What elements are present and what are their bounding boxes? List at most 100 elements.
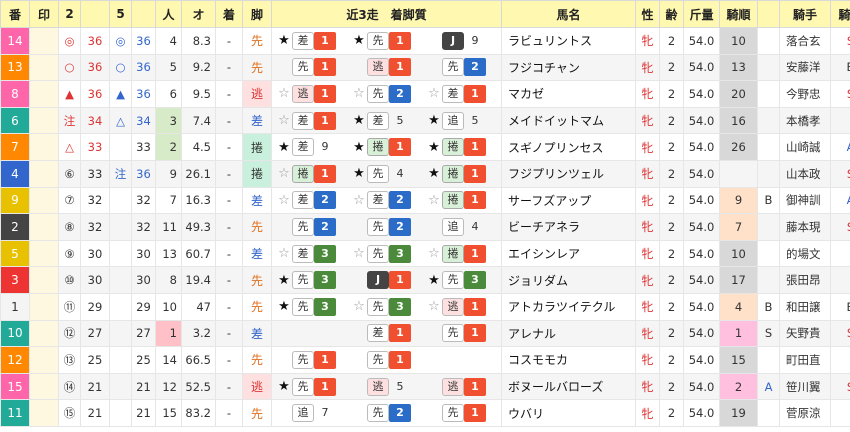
horse-name[interactable]: スギノプリンセス	[501, 133, 636, 161]
run-star: ★	[353, 166, 365, 182]
recent-3-runs: ☆ 捲 1 ★ 先 4 ★ 捲 1	[271, 159, 502, 188]
run-style-badge: 先	[292, 350, 314, 369]
run-star: ☆	[278, 86, 290, 102]
stable-grade: A	[830, 186, 850, 215]
mark5	[109, 266, 132, 294]
popularity: 8	[155, 266, 182, 294]
table-row[interactable]: 8▲36▲3669.5-逃☆逃1☆先2☆差1マカゼ牝254.020今野忠S	[0, 80, 850, 108]
table-row[interactable]: 1 ⑪ 29 29 10 47- 先 ★ 先 3 ☆ 先 3 ☆ 逃 1 アトカラツイテクル牝 2 54.0 4 B 和田…	[0, 292, 850, 321]
odds: 60.7	[181, 239, 216, 268]
horse-name[interactable]: ビーチアネラ	[501, 213, 636, 241]
jockey-grade	[757, 399, 780, 427]
run-finish: 1	[464, 84, 486, 103]
value5: 25	[131, 346, 156, 374]
sex: 牝	[635, 27, 660, 55]
recent-run: ★ 追 5	[426, 111, 501, 131]
table-row[interactable]: 6 注 34 △ 34 3 7.4- 差 ☆ 差 1 ★ 差 5 ★ 追 5 メイドイットマム牝 2 54.0 16 本橋…	[0, 106, 850, 135]
recent-3-runs: ★ 先 3 J 1 ★ 先 3	[271, 266, 502, 294]
table-row[interactable]: 3 ⑩ 30 30 8 19.4- 先 ★ 先 3 J 1 ★ 先 3 ジョリダム牝 2 54.0 17 張田昂	[0, 266, 850, 294]
table-row[interactable]: 14 ◎ 36 ◎ 36 4 8.3- 先 ★ 差 1 ★ 先 1 J 9 ラビュリントス牝 2 54.0 10 落合玄…	[0, 27, 850, 55]
column-header[interactable]: 印	[29, 0, 59, 28]
recent-3-runs: 追7先2先1	[271, 399, 502, 427]
column-header[interactable]: 着	[215, 0, 243, 28]
stable-grade: S	[830, 319, 850, 348]
value2: 27	[80, 319, 110, 348]
weight: 54.0	[683, 266, 720, 294]
popularity: 2	[155, 133, 182, 161]
mark-cell	[29, 239, 59, 268]
jockey-rank: 19	[719, 399, 758, 427]
column-header[interactable]: 脚	[242, 0, 272, 28]
run-star: ★	[278, 299, 290, 315]
weight: 54.0	[683, 399, 720, 427]
horse-name[interactable]: コスモモカ	[501, 346, 636, 374]
column-header[interactable]	[757, 0, 780, 28]
column-header[interactable]: 騎手	[779, 0, 831, 28]
horse-name[interactable]: アトカラツイテクル	[501, 292, 636, 321]
column-header[interactable]: 性	[635, 0, 660, 28]
running-style: 差	[242, 239, 272, 268]
age: 2	[659, 213, 684, 241]
horse-name[interactable]: ラビュリントス	[501, 27, 636, 55]
run-finish: 1	[389, 31, 411, 50]
odds: 26.1	[181, 159, 216, 188]
recent-run: ☆ 差 2	[351, 190, 426, 210]
column-header[interactable]: 騎順	[719, 0, 758, 28]
run-finish: 1	[314, 350, 336, 369]
table-row[interactable]: 15 ⑭ 21 21 12 52.5- 逃 ★ 先 1 逃 5 逃 1 ボヌールバローズ牝 2 54.0 2 A 笹川…	[0, 372, 850, 401]
jockey-grade: S	[757, 319, 780, 348]
run-star: ★	[278, 139, 290, 155]
column-header[interactable]	[80, 0, 110, 28]
column-header[interactable]: オ	[181, 0, 216, 28]
horse-name[interactable]: ボヌールバローズ	[501, 372, 636, 401]
column-header[interactable]: 番	[0, 0, 30, 28]
sex: 牝	[635, 186, 660, 215]
horse-number: 10	[0, 319, 30, 348]
run-finish: 3	[314, 244, 336, 263]
run-style-badge: 先	[292, 271, 314, 290]
jockey-name: 的場文	[779, 239, 831, 268]
finish: -	[215, 53, 243, 82]
column-header[interactable]: 近3走 着脚質	[271, 0, 502, 28]
horse-name[interactable]: ウバリ	[501, 399, 636, 427]
table-row[interactable]: 11 ⑮ 21 21 15 83.2- 先追 7 先 2 先 1 ウバリ牝 2 54.0 19 菅原涼	[0, 399, 850, 427]
mark2: ⑭	[58, 372, 81, 401]
column-header[interactable]: 人	[155, 0, 182, 28]
column-header[interactable]: 2	[58, 0, 81, 28]
recent-3-runs: ★ 先 1 逃 5 逃 1	[271, 372, 502, 401]
recent-run: ☆ 差 1	[276, 111, 351, 131]
table-row[interactable]: 13○36○3659.2-先先1逃1先2フジコチャン牝254.013安藤洋B	[0, 53, 850, 82]
table-row[interactable]: 2⑧32321149.3-先先2先2追4ビーチアネラ牝254.07藤本現S	[0, 213, 850, 241]
jockey-grade: B	[757, 186, 780, 215]
horse-name[interactable]: メイドイットマム	[501, 106, 636, 135]
horse-name[interactable]: マカゼ	[501, 80, 636, 108]
horse-name[interactable]: サーフズアップ	[501, 186, 636, 215]
column-header[interactable]	[131, 0, 156, 28]
column-header[interactable]: 5	[109, 0, 132, 28]
column-header[interactable]: 馬名	[501, 0, 636, 28]
jockey-grade: B	[757, 292, 780, 321]
run-style-badge: 追	[442, 217, 464, 236]
mark5	[109, 186, 132, 215]
table-row[interactable]: 4 ⑥ 33 注 36 9 26.1- 捲 ☆ 捲 1 ★ 先 4 ★ 捲 1 フジプリンツェル牝 2 54.0 山本政…	[0, 159, 850, 188]
column-header[interactable]: 齢	[659, 0, 684, 28]
sex: 牝	[635, 159, 660, 188]
column-header[interactable]: 騎厩	[830, 0, 850, 28]
table-row[interactable]: 10⑫272713.2-差差1先1アレナル牝254.01S矢野貴S	[0, 319, 850, 348]
horse-name[interactable]: フジプリンツェル	[501, 159, 636, 188]
table-row[interactable]: 7 △ 33 33 2 4.5- 捲 ★ 差 9 ★ 捲 1 ★ 捲 1 スギノプリンセス牝 2 54.0 26 山崎誠…	[0, 133, 850, 161]
mark2: ⑨	[58, 239, 81, 268]
column-header[interactable]: 斤量	[683, 0, 720, 28]
mark2: ⑥	[58, 159, 81, 188]
table-row[interactable]: 5 ⑨ 30 30 13 60.7- 差 ☆ 差 3 ☆ 先 3 ☆ 捲 1 エイシンレア牝 2 54.0 10 的場文	[0, 239, 850, 268]
popularity: 4	[155, 27, 182, 55]
run-star: ☆	[278, 166, 290, 182]
table-row[interactable]: 12 ⑬ 25 25 14 66.5- 先先 1 先 1 コスモモカ牝 2 54.0 15 町田直	[0, 346, 850, 374]
horse-name[interactable]: エイシンレア	[501, 239, 636, 268]
table-row[interactable]: 9 ⑦ 32 32 7 16.3- 差 ☆ 差 2 ☆ 差 2 ☆ 捲 1 サーフズアップ牝 2 54.0 9 B 御神訓…	[0, 186, 850, 215]
horse-name[interactable]: アレナル	[501, 319, 636, 348]
horse-name[interactable]: ジョリダム	[501, 266, 636, 294]
horse-name[interactable]: フジコチャン	[501, 53, 636, 82]
run-finish: 3	[389, 297, 411, 316]
age: 2	[659, 399, 684, 427]
